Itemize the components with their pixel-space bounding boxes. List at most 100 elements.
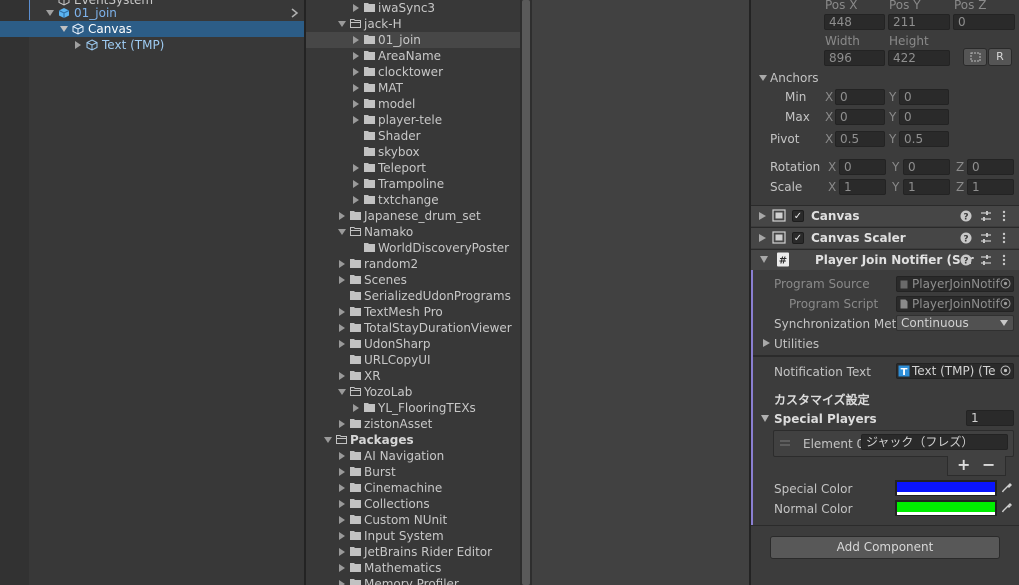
- project-folder-row[interactable]: Namako: [306, 224, 520, 240]
- remove-element-button[interactable]: −: [982, 457, 995, 473]
- utilities-foldout[interactable]: Utilities: [774, 336, 819, 352]
- project-folder-row[interactable]: TextMesh Pro: [306, 304, 520, 320]
- add-component-button[interactable]: Add Component: [770, 536, 1000, 559]
- pivot-x-field[interactable]: 0.5: [835, 131, 885, 147]
- synchronization-method-dropdown[interactable]: Continuous: [896, 315, 1014, 331]
- object-picker-icon[interactable]: [1000, 298, 1011, 309]
- expand-arrow-right-icon[interactable]: [338, 420, 346, 428]
- chevron-right-icon[interactable]: [291, 8, 299, 18]
- expand-arrow-right-icon[interactable]: [352, 68, 360, 76]
- expand-arrow-right-icon[interactable]: [338, 452, 346, 460]
- project-folder-row[interactable]: skybox: [306, 144, 520, 160]
- add-element-button[interactable]: +: [957, 457, 970, 473]
- kebab-menu-icon[interactable]: [1001, 254, 1007, 266]
- project-folder-row[interactable]: Burst: [306, 464, 520, 480]
- expand-arrow-right-icon[interactable]: [352, 84, 360, 92]
- component-enabled-checkbox[interactable]: ✓: [792, 232, 804, 244]
- program-source-field[interactable]: PlayerJoinNotif: [896, 276, 1014, 292]
- project-folder-row[interactable]: WorldDiscoveryPoster: [306, 240, 520, 256]
- expand-arrow-down-icon[interactable]: [46, 9, 54, 17]
- expand-arrow-right-icon[interactable]: [352, 196, 360, 204]
- project-folder-row[interactable]: jack-H: [306, 16, 520, 32]
- width-field[interactable]: 896: [824, 50, 885, 66]
- project-folder-row[interactable]: random2: [306, 256, 520, 272]
- expand-arrow-right-icon[interactable]: [338, 308, 346, 316]
- expand-arrow-right-icon[interactable]: [352, 36, 360, 44]
- expand-arrow-right-icon[interactable]: [338, 580, 346, 585]
- help-icon[interactable]: ?: [960, 254, 972, 266]
- expand-arrow-right-icon[interactable]: [338, 372, 346, 380]
- project-folder-row[interactable]: Trampoline: [306, 176, 520, 192]
- help-icon[interactable]: ?: [960, 232, 972, 244]
- anchor-max-x-field[interactable]: 0: [835, 109, 885, 125]
- anchor-min-x-field[interactable]: 0: [835, 89, 885, 105]
- expand-arrow-right-icon[interactable]: [338, 276, 346, 284]
- scene-view-area[interactable]: [532, 0, 750, 585]
- component-enabled-checkbox[interactable]: ✓: [792, 210, 804, 222]
- project-folder-row[interactable]: Cinemachine: [306, 480, 520, 496]
- project-folder-row[interactable]: txtchange: [306, 192, 520, 208]
- expand-arrow-down-icon[interactable]: [761, 415, 769, 422]
- expand-arrow-down-icon[interactable]: [760, 256, 768, 263]
- presets-sliders-icon[interactable]: [980, 210, 992, 222]
- eyedropper-icon[interactable]: [1001, 501, 1013, 513]
- kebab-menu-icon[interactable]: [1001, 210, 1007, 222]
- special-players-label[interactable]: Special Players: [774, 411, 877, 427]
- special-players-size-field[interactable]: 1: [966, 410, 1014, 426]
- expand-arrow-right-icon[interactable]: [338, 212, 346, 220]
- project-folder-row[interactable]: 01_join: [306, 32, 520, 48]
- expand-arrow-right-icon[interactable]: [338, 564, 346, 572]
- raw-edit-button[interactable]: R: [988, 48, 1012, 66]
- project-folder-row[interactable]: MAT: [306, 80, 520, 96]
- anchor-min-y-field[interactable]: 0: [899, 89, 949, 105]
- object-picker-icon[interactable]: [1000, 278, 1011, 289]
- presets-sliders-icon[interactable]: [980, 232, 992, 244]
- project-folder-row[interactable]: Custom NUnit: [306, 512, 520, 528]
- project-folder-row[interactable]: URLCopyUI: [306, 352, 520, 368]
- rotation-z-field[interactable]: 0: [967, 159, 1014, 175]
- anchors-label[interactable]: Anchors: [770, 70, 819, 86]
- project-folder-row[interactable]: model: [306, 96, 520, 112]
- project-folder-row[interactable]: AreaName: [306, 48, 520, 64]
- scale-x-field[interactable]: 1: [839, 179, 886, 195]
- expand-arrow-right-icon[interactable]: [338, 324, 346, 332]
- component-header-canvas-scaler[interactable]: ✓ Canvas Scaler ?: [751, 227, 1019, 248]
- pivot-y-field[interactable]: 0.5: [899, 131, 949, 147]
- eyedropper-icon[interactable]: [1001, 481, 1013, 493]
- expand-arrow-down-icon[interactable]: [60, 25, 68, 33]
- project-folder-row[interactable]: AI Navigation: [306, 448, 520, 464]
- presets-sliders-icon[interactable]: [980, 254, 992, 266]
- project-folder-row[interactable]: Scenes: [306, 272, 520, 288]
- project-folder-row[interactable]: Japanese_drum_set: [306, 208, 520, 224]
- help-icon[interactable]: ?: [960, 210, 972, 222]
- expand-arrow-right-icon[interactable]: [338, 532, 346, 540]
- project-folder-row[interactable]: clocktower: [306, 64, 520, 80]
- pos-z-field[interactable]: 0: [953, 14, 1015, 30]
- program-script-field[interactable]: PlayerJoinNotif: [896, 296, 1014, 312]
- kebab-menu-icon[interactable]: [1001, 232, 1007, 244]
- expand-arrow-right-icon[interactable]: [352, 4, 360, 12]
- expand-arrow-right-icon[interactable]: [759, 212, 766, 220]
- expand-arrow-right-icon[interactable]: [352, 404, 360, 412]
- rotation-y-field[interactable]: 0: [903, 159, 950, 175]
- project-folder-row[interactable]: Mathematics: [306, 560, 520, 576]
- project-folder-row[interactable]: XR: [306, 368, 520, 384]
- rotation-x-field[interactable]: 0: [839, 159, 886, 175]
- expand-arrow-down-icon[interactable]: [338, 228, 346, 236]
- dropdown-arrow-icon[interactable]: [1000, 320, 1008, 326]
- project-folder-row[interactable]: Collections: [306, 496, 520, 512]
- pos-x-field[interactable]: 448: [824, 14, 885, 30]
- expand-arrow-right-icon[interactable]: [352, 100, 360, 108]
- expand-arrow-right-icon[interactable]: [338, 548, 346, 556]
- expand-arrow-right-icon[interactable]: [338, 484, 346, 492]
- project-folder-row[interactable]: UdonSharp: [306, 336, 520, 352]
- project-folder-row[interactable]: Shader: [306, 128, 520, 144]
- expand-arrow-right-icon[interactable]: [338, 468, 346, 476]
- expand-arrow-right-icon[interactable]: [74, 41, 82, 49]
- normal-color-field[interactable]: [895, 500, 997, 516]
- component-header-player-join-notifier[interactable]: # Player Join Notifier (Scr ?: [751, 249, 1019, 270]
- expand-arrow-right-icon[interactable]: [338, 500, 346, 508]
- drag-handle-icon[interactable]: [780, 440, 790, 446]
- special-color-field[interactable]: [895, 480, 997, 496]
- project-folder-row[interactable]: YozoLab: [306, 384, 520, 400]
